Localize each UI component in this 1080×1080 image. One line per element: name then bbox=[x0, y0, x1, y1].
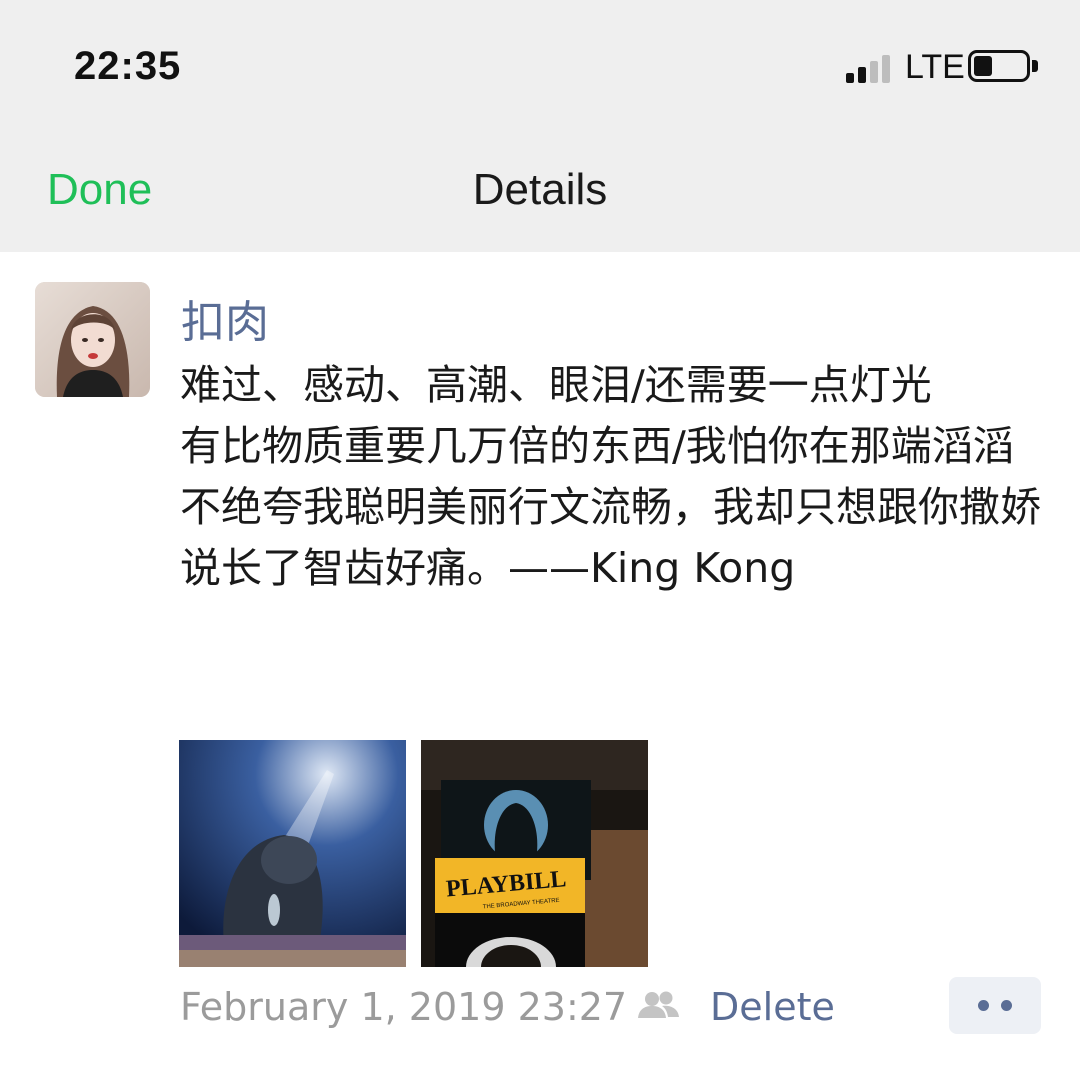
navigation-bar: Done Details bbox=[0, 150, 1080, 240]
friends-icon[interactable] bbox=[634, 990, 684, 1020]
signal-bar-4 bbox=[882, 55, 890, 83]
battery-cap bbox=[1032, 60, 1038, 72]
signal-bar-3 bbox=[870, 61, 878, 83]
page-title: Details bbox=[472, 165, 608, 214]
delete-button[interactable]: Delete bbox=[710, 985, 835, 1029]
post-username[interactable]: 扣肉 bbox=[181, 286, 269, 350]
status-time: 22:35 bbox=[74, 44, 182, 88]
more-button[interactable] bbox=[949, 977, 1041, 1034]
post-image-1[interactable] bbox=[179, 740, 406, 967]
signal-icon bbox=[846, 53, 896, 83]
more-icon-dot-2 bbox=[1001, 1000, 1012, 1011]
network-type: LTE bbox=[905, 48, 965, 86]
signal-bar-2 bbox=[858, 67, 866, 83]
post-image-2[interactable]: PLAYBILL THE BROADWAY THEATRE bbox=[421, 740, 648, 967]
avatar[interactable] bbox=[35, 282, 150, 397]
post-text: 难过、感动、高潮、眼泪/还需要一点灯光 有比物质重要几万倍的东西/我怕你在那端滔… bbox=[180, 361, 1041, 592]
battery-icon bbox=[968, 50, 1030, 82]
status-bar: 22:35 LTE bbox=[0, 0, 1080, 130]
battery-level bbox=[974, 56, 992, 76]
post-timestamp: February 1, 2019 23:27 bbox=[180, 985, 628, 1029]
signal-bar-1 bbox=[846, 73, 854, 83]
more-icon-dot-1 bbox=[978, 1000, 989, 1011]
